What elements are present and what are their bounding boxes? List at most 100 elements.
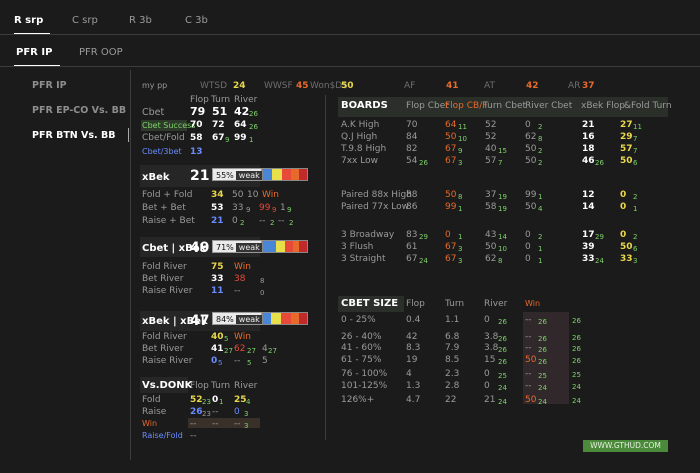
cbet-fold-turn: 67 (212, 133, 225, 143)
xbek-fold-a-sub: 50 (232, 190, 244, 200)
donk-win-flop: -- (190, 419, 197, 429)
wtsd-label: WTSD (200, 81, 228, 91)
cbet-xbek-fold-a: 75 (211, 262, 224, 272)
board-cell: 52 (485, 120, 497, 130)
board-cell-sub: 1 (458, 233, 463, 241)
xbek-xbek-bet-b: 62 (234, 344, 246, 354)
at-label: AT (484, 81, 495, 91)
size-river-sub: 26 (498, 335, 507, 343)
board-cell: 50 (620, 156, 633, 166)
tab-r-srp[interactable]: R srp (14, 15, 43, 26)
size-extra: 25 (572, 371, 581, 379)
size-win-sub: 24 (538, 384, 547, 392)
boards-col-flop-cbf: Flop CB/F (445, 101, 488, 111)
xbek-raise-c: -- (259, 216, 266, 226)
board-cell: 99 (525, 190, 537, 200)
xbek-xbek-bet-c: 4 (262, 344, 268, 354)
board-cell: 62 (485, 254, 497, 264)
board-cell: 0 (525, 254, 531, 264)
xbek-fold-label: Fold + Fold (142, 190, 193, 200)
cbet-size-col-win: Win (525, 299, 541, 308)
size-river-sub: 26 (498, 318, 507, 326)
size-win: -- (525, 369, 532, 379)
player-name: my pp (142, 81, 168, 90)
board-cell: 39 (582, 242, 595, 252)
size-row-label: 0 - 25% (341, 315, 376, 325)
size-flop: 4.7 (406, 395, 421, 405)
donk-win-river: -- (234, 419, 241, 429)
board-cell: 82 (406, 144, 418, 154)
board-cell: 88 (406, 190, 418, 200)
size-river-sub: 25 (498, 372, 507, 380)
board-cell-sub: 2 (538, 233, 543, 241)
cbet-xbek-raise-a: 11 (211, 286, 224, 296)
sidebar-item-pfr-ep-co[interactable]: PFR EP-CO Vs. BB (32, 105, 126, 116)
board-cell: 50 (525, 202, 537, 212)
tab-c-3b[interactable]: C 3b (185, 15, 208, 26)
subtab-pfr-oop[interactable]: PFR OOP (79, 47, 123, 58)
board-cell-sub: 6 (633, 159, 638, 167)
size-win: 50 (525, 355, 537, 365)
donk-fold-river-sub: 4 (246, 398, 251, 406)
wwsf-label: WWSF (264, 81, 293, 91)
cbet-size-title: CBET SIZE (341, 298, 399, 309)
board-cell-sub: 1 (538, 257, 543, 265)
donk-raisefold-label: Raise/Fold (142, 431, 183, 440)
size-extra: 26 (572, 317, 581, 325)
subtab-pfr-ip[interactable]: PFR IP (16, 47, 52, 58)
board-cell: 99 (445, 202, 457, 212)
board-cell: 67 (445, 254, 457, 264)
board-cell-sub: 2 (538, 123, 543, 131)
board-cell: 70 (406, 120, 418, 130)
size-row-label: 61 - 75% (341, 355, 382, 365)
board-cell: 86 (406, 202, 418, 212)
xbek-xbek-fold-label: Fold River (142, 332, 187, 342)
cbet-success-river: 64 (234, 120, 247, 130)
cbet-xbek-bet-label: Bet River (142, 274, 184, 284)
board-cell-sub: 2 (538, 159, 543, 167)
sidebar-item-pfr-btn[interactable]: PFR BTN Vs. BB (32, 130, 115, 141)
board-cell: 50 (525, 144, 537, 154)
xbek-xbek-raise-a-sub: 5 (218, 359, 223, 367)
board-cell: 17 (582, 230, 595, 240)
board-cell-sub: 24 (419, 257, 428, 265)
board-cell: 0 (620, 190, 627, 200)
board-cell-sub: 8 (458, 193, 463, 201)
cbet-xbek-raise-c: 0 (260, 289, 265, 297)
size-river-sub: 24 (498, 384, 507, 392)
board-cell: 43 (485, 230, 497, 240)
xbek-fold-a: 34 (211, 190, 224, 200)
footer-brand[interactable]: WWW.GTHUD.COM (583, 440, 668, 452)
board-cell-sub: 8 (538, 135, 543, 143)
xbek-title: xBek (142, 172, 170, 183)
xbek-fold-win: Win (262, 190, 279, 200)
size-river: 3.8 (484, 343, 499, 353)
af-label: AF (404, 81, 416, 91)
cbet-success-river-sub: 26 (249, 123, 258, 131)
xbek-xbek-bet-label: Bet River (142, 344, 184, 354)
sidebar-active-marker (128, 128, 129, 142)
cbet-xbek-color-bar (262, 240, 308, 253)
cbet-xbek-bet-c: 8 (260, 277, 265, 285)
cbet-success-turn: 72 (212, 120, 225, 130)
sidebar-item-pfr-ip[interactable]: PFR IP (32, 80, 67, 91)
size-extra: 26 (572, 357, 581, 365)
tab-c-srp[interactable]: C srp (72, 15, 98, 26)
board-cell-sub: 2 (633, 233, 638, 241)
at-value: 42 (526, 81, 539, 91)
board-row-label: A.K High (341, 120, 380, 130)
cbet-xbek-bet-b: 38 (234, 274, 246, 284)
board-cell: 0 (620, 230, 627, 240)
size-win-sub: 25 (538, 372, 547, 380)
cbet-river-sub: 26 (249, 110, 258, 118)
tab-r-3b[interactable]: R 3b (129, 15, 152, 26)
cbet-col-turn: Turn (211, 95, 231, 105)
board-cell: 14 (582, 202, 595, 212)
board-cell: 18 (582, 144, 595, 154)
size-river: 21 (484, 395, 496, 405)
size-flop: 8.3 (406, 343, 421, 353)
board-cell-sub: 11 (458, 123, 467, 131)
donk-raise-river: 0 (234, 407, 240, 417)
cbet-3bet-label: Cbet/3bet (142, 147, 182, 156)
board-cell: 50 (485, 242, 497, 252)
